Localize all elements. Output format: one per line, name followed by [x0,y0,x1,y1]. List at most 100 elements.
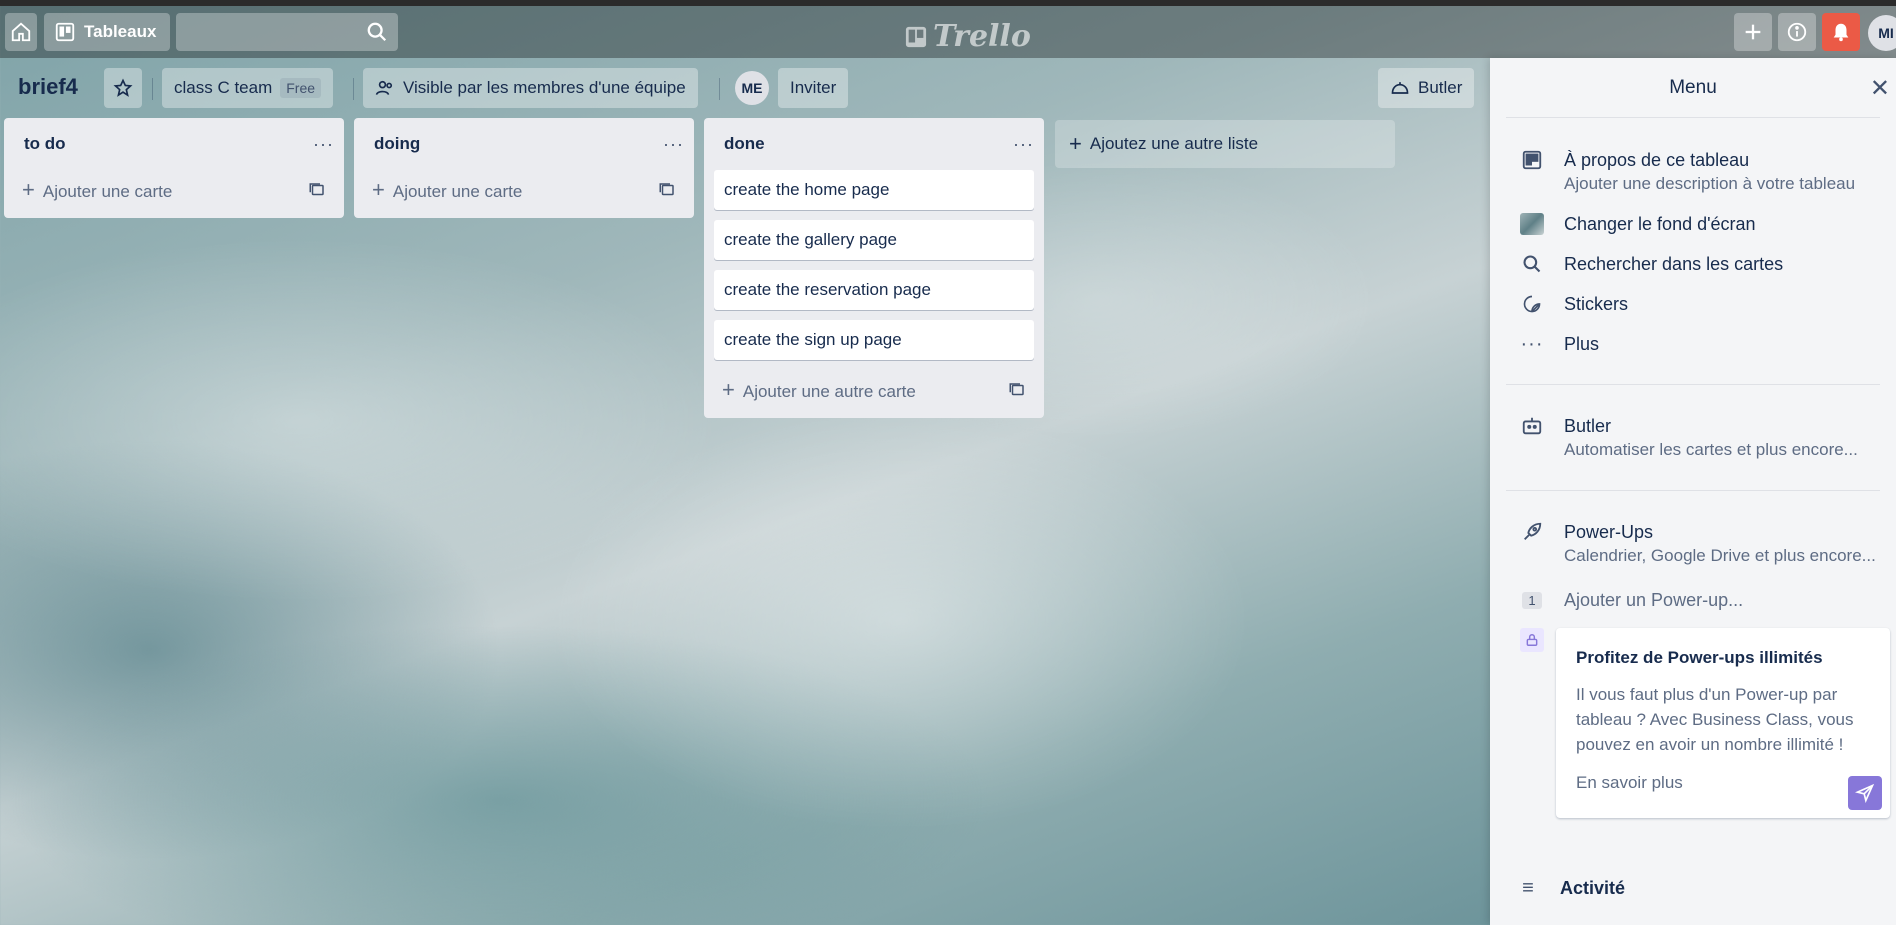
list-title[interactable]: to do [24,134,66,154]
menu-item-activity[interactable]: ≡ Activité [1516,876,1625,900]
menu-item-butler[interactable]: Butler Automatiser les cartes et plus en… [1520,414,1858,462]
menu-item-label: Activité [1560,878,1626,898]
list-title[interactable]: done [724,134,765,154]
butler-label: Butler [1418,78,1463,97]
add-card-label: Ajouter une carte [42,182,173,201]
list-header: to do ··· [14,118,334,170]
list-title[interactable]: doing [374,134,420,154]
promo-learn-more-link[interactable]: En savoir plus [1576,773,1870,793]
menu-item-label: À propos de ce tableau [1564,150,1750,170]
menu-item-background[interactable]: Changer le fond d'écran [1520,212,1756,236]
card-template-icon[interactable] [1008,381,1026,399]
menu-item-add-powerup[interactable]: 1 Ajouter un Power-up... [1520,588,1743,612]
plus-icon: + [1069,131,1082,156]
menu-item-label: Changer le fond d'écran [1564,214,1756,234]
butler-button[interactable]: Butler [1378,68,1475,108]
home-button[interactable] [5,13,37,51]
invite-button[interactable]: Inviter [778,68,849,108]
list-done: done ··· create the home page create the… [704,118,1044,418]
team-name: class C team [174,78,273,97]
menu-item-about[interactable]: À propos de ce tableau Ajouter une descr… [1520,148,1855,196]
close-icon[interactable]: ✕ [1870,74,1890,103]
activity-list-icon: ≡ [1522,876,1534,899]
board-icon [55,22,75,42]
list-header: doing ··· [364,118,684,170]
search-input[interactable] [176,13,398,51]
list-menu-icon[interactable]: ··· [313,134,334,155]
more-icon: ··· [1520,332,1544,355]
board-icon [1522,150,1542,170]
list-to-do: to do ··· + Ajouter une carte [4,118,344,218]
trello-logo[interactable]: Trello [905,19,1031,54]
powerup-count-badge: 1 [1522,591,1542,609]
plus-icon [1745,24,1761,40]
add-card-label: Ajouter une carte [392,182,523,201]
menu-item-powerups[interactable]: Power-Ups Calendrier, Google Drive et pl… [1520,520,1876,568]
powerups-promo-card: Profitez de Power-ups illimités Il vous … [1556,628,1890,818]
card[interactable]: create the gallery page [714,220,1034,260]
home-icon [11,22,31,42]
member-avatar[interactable]: ME [735,71,769,105]
background-thumbnail-icon [1520,213,1544,235]
team-visibility-icon [375,80,393,95]
menu-divider [1506,384,1880,385]
add-card-button[interactable]: + Ajouter une carte [14,170,334,210]
board-header: brief4 class C team Free Visible par les… [0,68,1490,108]
list-menu-icon[interactable]: ··· [663,134,684,155]
star-button[interactable] [104,68,142,108]
menu-item-sublabel: Calendrier, Google Drive et plus encore.… [1564,546,1876,565]
card-template-icon[interactable] [308,181,326,199]
search-icon [1523,255,1541,273]
menu-divider [1506,490,1880,491]
separator [152,78,153,100]
card[interactable]: create the home page [714,170,1034,210]
team-plan-badge: Free [280,78,322,98]
rocket-icon [1524,522,1542,540]
board-title[interactable]: brief4 [18,74,78,100]
bell-icon [1833,23,1849,42]
menu-header: Menu ✕ [1506,58,1890,118]
menu-item-label: Stickers [1564,294,1629,314]
menu-item-label: Butler [1564,416,1612,436]
star-icon [113,78,133,97]
card[interactable]: create the reservation page [714,270,1034,310]
menu-item-sublabel: Automatiser les cartes et plus encore... [1564,440,1858,459]
lock-icon [1520,628,1544,652]
visibility-button[interactable]: Visible par les membres d'une équipe [363,68,698,108]
add-card-label: Ajouter une autre carte [742,382,916,401]
list-menu-icon[interactable]: ··· [1013,134,1034,155]
plus-icon: + [22,177,35,202]
user-avatar-initials: MI [1878,25,1894,41]
info-button[interactable] [1778,13,1816,51]
create-button[interactable] [1734,13,1772,51]
add-list-button[interactable]: + Ajoutez une autre liste [1055,120,1395,168]
menu-item-more[interactable]: ··· Plus [1520,332,1600,356]
butler-icon [1391,82,1409,94]
notifications-button[interactable] [1822,13,1860,51]
visibility-label: Visible par les membres d'une équipe [403,78,686,97]
invite-label: Inviter [790,78,837,97]
butler-bot-icon [1522,417,1542,435]
trello-logo-text: Trello [933,19,1031,54]
menu-title: Menu [1669,76,1717,98]
menu-item-sublabel: Ajouter une description à votre tableau [1564,174,1856,193]
card-template-icon[interactable] [658,181,676,199]
user-avatar[interactable]: MI [1868,15,1896,51]
team-button[interactable]: class C team Free [162,68,334,108]
search-icon[interactable] [366,21,388,43]
menu-item-label: Power-Ups [1564,522,1654,542]
list-header: done ··· [714,118,1034,170]
menu-item-label: Plus [1564,334,1600,354]
add-card-button[interactable]: + Ajouter une carte [364,170,684,210]
menu-item-stickers[interactable]: Stickers [1520,292,1628,316]
plus-icon: + [372,177,385,202]
card[interactable]: create the sign up page [714,320,1034,360]
add-list-label: Ajoutez une autre liste [1089,134,1259,153]
promo-text: Il vous faut plus d'un Power-up par tabl… [1576,685,1854,754]
menu-item-search-cards[interactable]: Rechercher dans les cartes [1520,252,1783,276]
sticker-icon [1523,295,1541,313]
separator [353,78,354,100]
add-card-button[interactable]: + Ajouter une autre carte [714,370,1034,410]
boards-button[interactable]: Tableaux [44,13,170,51]
paper-plane-icon [1848,776,1882,810]
